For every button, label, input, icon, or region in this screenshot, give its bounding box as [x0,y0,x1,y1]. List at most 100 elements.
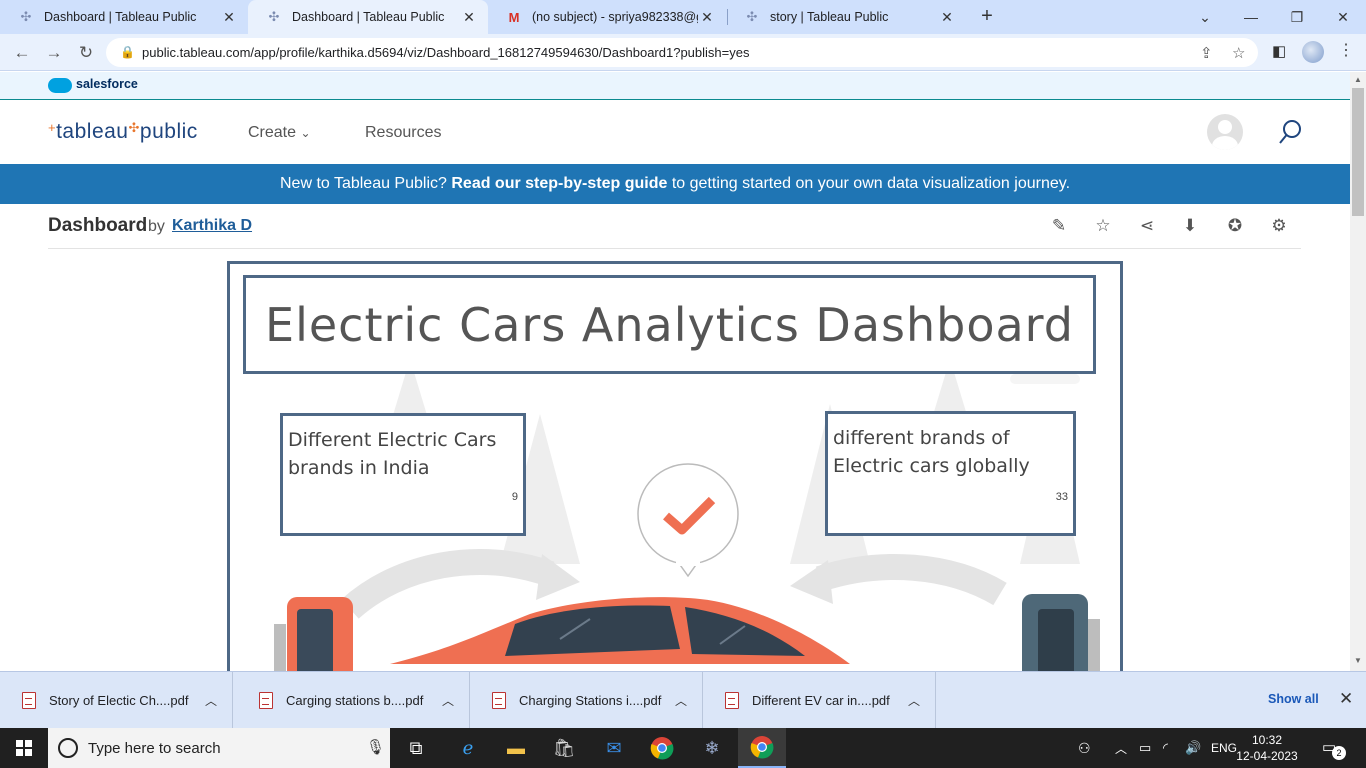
windows-taskbar: Type here to search 🎙 ⧉ ℯ ▬ 🛍 ✉ ❄ ⚇ ︿ ▭ … [0,728,1366,768]
browser-tab-dashboard-1[interactable]: ✣ Dashboard | Tableau Public ✕ [0,0,248,34]
nav-resources[interactable]: Resources [365,124,441,142]
url-text[interactable]: public.tableau.com/app/profile/karthika.… [142,45,749,60]
tab-title: (no subject) - spriya982338@gm [532,10,698,24]
viz-title-bar: Dashboard by Karthika D ✎ ☆ ⋖ ⬇ ✪ ⚙ [48,204,1301,249]
salesforce-cloud-icon [48,78,72,93]
kpi-card-india-brands[interactable]: Different Electric Cars brands in India … [280,413,526,536]
chevron-up-icon[interactable]: ︿ [908,692,920,709]
download-filename: Charging Stations i....pdf [519,693,662,708]
chrome-icon[interactable] [638,728,686,768]
share-icon[interactable]: ⋖ [1136,216,1158,238]
profile-avatar[interactable] [1302,41,1324,63]
pdf-file-icon [725,692,739,709]
snipping-app-icon[interactable]: ❄ [688,728,736,768]
edit-viz-icon[interactable]: ✎ [1048,216,1070,238]
page-scrollbar[interactable]: ▲ ▼ [1350,72,1366,671]
address-bar[interactable]: 🔒 public.tableau.com/app/profile/karthik… [106,38,1258,67]
salesforce-label[interactable]: salesforce [76,77,138,91]
show-hidden-icons-chevron[interactable]: ︿ [1115,728,1127,768]
bookmark-star-icon[interactable]: ☆ [1232,44,1245,62]
tableau-icon: ✣ [268,9,280,24]
task-view-icon[interactable]: ⧉ [392,728,440,768]
download-filename: Carging stations b....pdf [286,693,424,708]
banner-guide-link[interactable]: Read our step-by-step guide [451,175,667,192]
search-icon[interactable] [1278,118,1302,146]
scroll-down-icon[interactable]: ▼ [1354,656,1362,665]
file-explorer-icon[interactable]: ▬ [492,728,540,768]
web-page: salesforce +tableau✣public Create ⌄ Reso… [0,72,1350,671]
chrome-active-window-icon[interactable] [738,728,786,768]
kpi-value: 33 [1055,491,1068,503]
download-item[interactable]: Carging stations b....pdf ︿ [237,672,470,729]
forward-arrow-icon[interactable]: → [42,41,66,65]
volume-icon[interactable]: 🔊 [1185,728,1201,768]
kpi-card-global-brands[interactable]: different brands of Electric cars global… [825,411,1076,536]
battery-icon[interactable]: ▭ [1139,728,1151,768]
chevron-down-icon: ⌄ [300,126,311,140]
start-button[interactable] [0,728,48,768]
browser-tab-dashboard-2[interactable]: ✣ Dashboard | Tableau Public ✕ [248,0,488,34]
kpi-label: Different Electric Cars brands in India [288,429,497,479]
favorite-star-icon[interactable]: ☆ [1092,216,1114,238]
salesforce-bar: salesforce [0,72,1350,100]
pdf-file-icon [22,692,36,709]
kpi-value: 9 [511,491,518,503]
edge-browser-icon[interactable]: ℯ [444,728,492,768]
download-item[interactable]: Charging Stations i....pdf ︿ [470,672,703,729]
back-arrow-icon[interactable]: ← [10,41,34,65]
close-tab-icon[interactable]: ✕ [220,9,238,26]
menu-kebab-icon[interactable]: ⋮ [1338,40,1354,60]
download-icon[interactable]: ⬇ [1179,216,1201,238]
system-clock[interactable]: 10:32 12-04-2023 [1236,732,1298,764]
restore-button[interactable]: ❐ [1274,0,1320,34]
chevron-up-icon[interactable]: ︿ [675,692,687,709]
download-item[interactable]: Story of Electic Ch....pdf ︿ [0,672,233,729]
browser-tab-strip: ✣ Dashboard | Tableau Public ✕ ✣ Dashboa… [0,0,1366,34]
logo-part2: public [139,120,198,143]
show-all-downloads-link[interactable]: Show all [1268,692,1319,706]
award-icon[interactable]: ✪ [1224,216,1246,238]
download-item[interactable]: Different EV car in....pdf ︿ [703,672,936,729]
mail-icon[interactable]: ✉ [590,728,638,768]
logo-plus-icon: + [48,120,57,135]
browser-tab-story[interactable]: ✣ story | Tableau Public ✕ [726,0,966,34]
language-indicator[interactable]: ENG [1211,728,1237,768]
close-tab-icon[interactable]: ✕ [460,9,478,26]
site-header: +tableau✣public Create ⌄ Resources [0,100,1350,164]
settings-gear-icon[interactable]: ⚙ [1268,216,1290,238]
viz-title: Dashboard [48,215,148,236]
browser-toolbar: ← → ↻ 🔒 public.tableau.com/app/profile/k… [0,34,1366,71]
tab-search-chevron-icon[interactable]: ⌄ [1182,0,1228,34]
chevron-up-icon[interactable]: ︿ [205,692,217,709]
browser-tab-gmail[interactable]: M (no subject) - spriya982338@gm ✕ [488,0,726,34]
close-tab-icon[interactable]: ✕ [698,9,716,26]
dashboard-title-box: Electric Cars Analytics Dashboard [243,275,1096,374]
microsoft-store-icon[interactable]: 🛍 [540,728,588,768]
wifi-icon[interactable]: ◜ [1163,728,1168,768]
close-downloads-icon[interactable]: ✕ [1339,689,1353,709]
tableau-public-logo[interactable]: +tableau✣public [48,120,198,144]
new-tab-button[interactable]: + [976,6,998,28]
tab-title: Dashboard | Tableau Public [292,10,445,24]
share-icon[interactable]: ⇪ [1200,44,1213,62]
tableau-icon: ✣ [746,9,758,24]
people-icon[interactable]: ⚇ [1078,728,1091,768]
close-window-button[interactable]: ✕ [1320,0,1366,34]
user-avatar[interactable] [1207,114,1243,150]
reload-icon[interactable]: ↻ [74,41,98,65]
getting-started-banner: New to Tableau Public? Read our step-by-… [0,164,1350,204]
chevron-up-icon[interactable]: ︿ [442,692,454,709]
minimize-button[interactable]: — [1228,0,1274,34]
side-panel-icon[interactable]: ◧ [1272,42,1286,60]
author-link[interactable]: Karthika D [172,217,252,235]
tab-title: story | Tableau Public [770,10,889,24]
notification-count-badge: 2 [1332,746,1346,760]
taskbar-search-box[interactable]: Type here to search 🎙 [48,728,390,768]
close-tab-icon[interactable]: ✕ [938,9,956,26]
gmail-icon: M [508,9,520,25]
search-icon [58,738,78,758]
microphone-icon[interactable]: 🎙 [366,738,385,756]
scroll-up-icon[interactable]: ▲ [1354,75,1362,84]
nav-create[interactable]: Create ⌄ [248,124,311,142]
scrollbar-thumb[interactable] [1352,88,1364,216]
